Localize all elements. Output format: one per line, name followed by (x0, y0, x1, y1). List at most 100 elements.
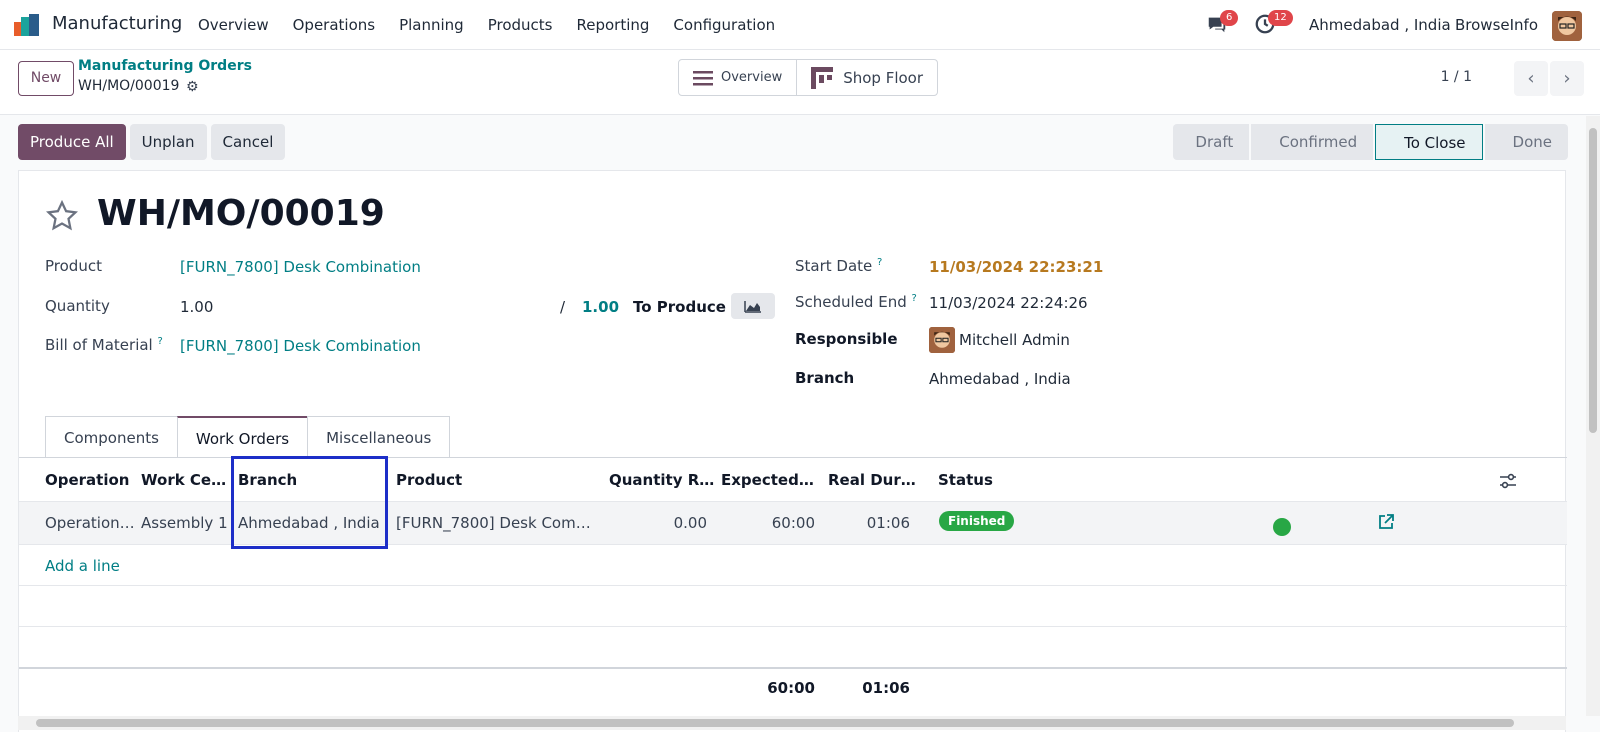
horizontal-scroll-thumb[interactable] (36, 719, 1514, 727)
start-date-field[interactable]: 11/03/2024 22:23:21 (929, 258, 1103, 276)
forecast-chart-button[interactable] (731, 293, 775, 319)
cell-operation[interactable]: Operation… (45, 514, 135, 532)
column-expected-duration[interactable]: Expected D… (721, 471, 819, 489)
branch-switcher[interactable]: Ahmedabad , India (1309, 16, 1451, 34)
total-expected-duration: 60:00 (767, 679, 815, 697)
to-produce-label: To Produce (633, 298, 726, 316)
pager-next-button[interactable]: › (1550, 61, 1584, 96)
company-switcher[interactable]: BrowseInfo (1455, 16, 1538, 34)
form-sheet: WH/MO/00019 Product [FURN_7800] Desk Com… (18, 170, 1567, 732)
product-label: Product (45, 257, 102, 275)
chevron-left-icon: ‹ (1527, 68, 1535, 89)
scheduled-end-help-icon[interactable]: ? (912, 293, 917, 304)
activity-clock-icon[interactable]: 12 (1254, 10, 1293, 37)
branch-column-highlight (231, 456, 388, 549)
column-real-duration[interactable]: Real Dura… (828, 471, 918, 489)
control-panel: New Manufacturing Orders WH/MO/00019 ⚙ O… (0, 50, 1600, 115)
chat-icon[interactable]: 6 (1206, 10, 1239, 37)
menu-configuration[interactable]: Configuration (673, 16, 775, 34)
branch-label: Branch (795, 369, 855, 387)
product-field[interactable]: [FURN_7800] Desk Combination (180, 258, 421, 276)
column-quantity-remaining[interactable]: Quantity Re… (609, 471, 715, 489)
quantity-separator: / (560, 298, 566, 316)
menu-overview[interactable]: Overview (198, 16, 269, 34)
chat-count-badge: 6 (1220, 10, 1239, 26)
external-link-icon[interactable] (1377, 513, 1395, 531)
view-switcher: Overview Shop Floor (678, 59, 939, 96)
status-dot (1273, 518, 1291, 536)
unplan-button[interactable]: Unplan (129, 124, 207, 160)
menu-products[interactable]: Products (488, 16, 553, 34)
app-name[interactable]: Manufacturing (52, 13, 182, 34)
bom-label: Bill of Material ? (45, 336, 163, 354)
cell-product[interactable]: [FURN_7800] Desk Combin… (396, 514, 596, 532)
menu-reporting[interactable]: Reporting (577, 16, 650, 34)
tab-work-orders[interactable]: Work Orders (176, 416, 309, 458)
cell-real-duration[interactable]: 01:06 (828, 514, 910, 532)
overview-view-button[interactable]: Overview (679, 60, 796, 95)
responsible-field[interactable]: Mitchell Admin (959, 331, 1070, 349)
pager-value[interactable]: 1 / 1 (1441, 69, 1472, 85)
gear-icon[interactable]: ⚙ (186, 79, 199, 95)
column-product[interactable]: Product (396, 471, 586, 489)
overview-view-label: Overview (721, 70, 783, 85)
bom-help-icon[interactable]: ? (158, 336, 163, 347)
cell-work-center[interactable]: Assembly 1 (141, 514, 231, 532)
vertical-scrollbar[interactable] (1586, 116, 1600, 716)
manufacturing-app-icon[interactable] (14, 14, 42, 36)
status-bar: Draft Confirmed To Close Done (1171, 124, 1568, 160)
chevron-right-icon: › (1563, 68, 1571, 89)
quantity-label: Quantity (45, 297, 110, 315)
column-work-center[interactable]: Work Cen… (141, 471, 229, 489)
total-real-duration: 01:06 (862, 679, 910, 697)
cell-expected-duration[interactable]: 60:00 (721, 514, 815, 532)
quantity-field[interactable]: 1.00 (180, 298, 213, 316)
tab-components[interactable]: Components (45, 416, 178, 458)
vertical-scroll-thumb[interactable] (1589, 128, 1597, 433)
stage-draft[interactable]: Draft (1173, 124, 1250, 160)
row-divider (19, 626, 1567, 627)
status-badge: Finished (939, 511, 1015, 531)
optional-columns-icon[interactable] (1499, 473, 1517, 489)
start-date-help-icon[interactable]: ? (877, 257, 882, 268)
record-title: WH/MO/00019 (97, 193, 385, 234)
stage-confirmed[interactable]: Confirmed (1251, 124, 1374, 160)
stage-done[interactable]: Done (1484, 124, 1568, 160)
produce-all-button[interactable]: Produce All (18, 124, 126, 160)
breadcrumb-current: WH/MO/00019 (78, 78, 180, 94)
stage-to-close[interactable]: To Close (1375, 124, 1483, 160)
start-date-label: Start Date ? (795, 257, 883, 275)
shop-floor-view-label: Shop Floor (843, 68, 924, 87)
cell-quantity[interactable]: 0.00 (609, 514, 707, 532)
star-icon[interactable] (45, 199, 79, 233)
pager-previous-button[interactable]: ‹ (1514, 61, 1548, 96)
scheduled-end-label: Scheduled End ? (795, 293, 917, 311)
breadcrumb-parent[interactable]: Manufacturing Orders (78, 58, 252, 74)
shop-floor-icon (811, 66, 834, 89)
new-button[interactable]: New (18, 61, 74, 96)
row-divider (19, 585, 1567, 586)
top-navbar: Manufacturing Overview Operations Planni… (0, 0, 1600, 50)
list-icon (693, 70, 713, 85)
menu-operations[interactable]: Operations (293, 16, 375, 34)
horizontal-scrollbar[interactable] (18, 716, 1566, 730)
branch-field[interactable]: Ahmedabad , India (929, 370, 1071, 388)
notebook-tabs: Components Work Orders Miscellaneous (45, 416, 451, 458)
menu-planning[interactable]: Planning (399, 16, 464, 34)
cancel-button[interactable]: Cancel (210, 124, 286, 160)
shop-floor-view-button[interactable]: Shop Floor (796, 60, 937, 95)
tab-miscellaneous[interactable]: Miscellaneous (307, 416, 451, 458)
bom-field[interactable]: [FURN_7800] Desk Combination (180, 337, 421, 355)
area-chart-icon (744, 301, 761, 313)
column-status[interactable]: Status (938, 471, 1018, 489)
user-avatar[interactable] (1552, 11, 1582, 41)
quantity-target: 1.00 (582, 298, 620, 316)
header-actions: Produce All Unplan Cancel (18, 124, 289, 160)
column-operation[interactable]: Operation (45, 471, 135, 489)
scheduled-end-field[interactable]: 11/03/2024 22:24:26 (929, 294, 1088, 312)
add-line-link[interactable]: Add a line (45, 557, 120, 575)
activity-count-badge: 12 (1268, 10, 1293, 26)
responsible-label: Responsible (795, 330, 898, 348)
footer-divider (19, 667, 1567, 669)
responsible-avatar (929, 327, 955, 353)
